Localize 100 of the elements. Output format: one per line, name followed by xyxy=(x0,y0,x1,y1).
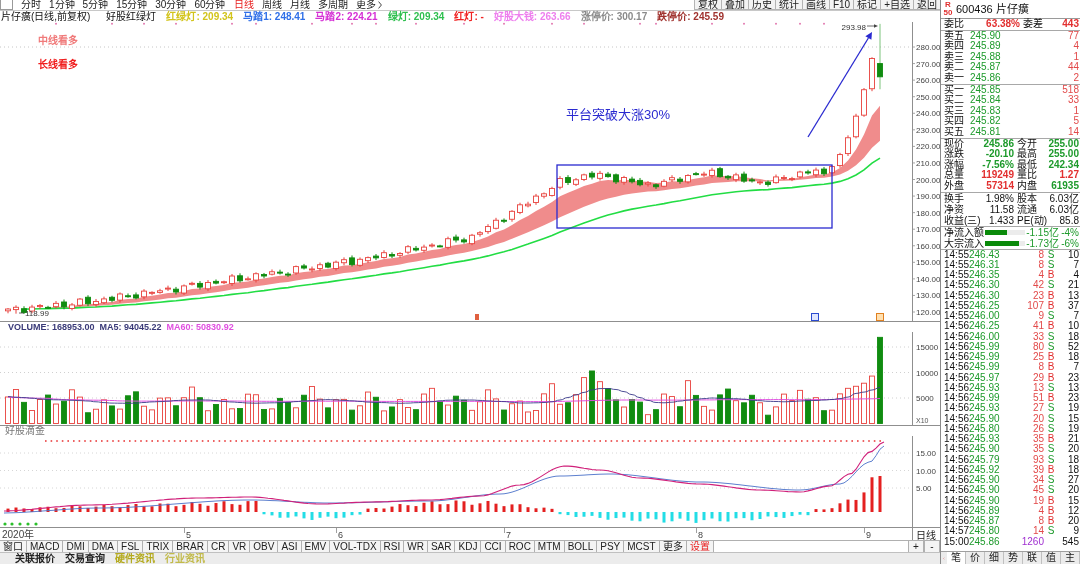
trade-side: S xyxy=(1046,454,1056,465)
toolbar-button[interactable]: 返回 xyxy=(913,0,940,10)
quote-label: 最高 xyxy=(1016,149,1038,160)
period-tab[interactable]: 60分钟 xyxy=(190,0,230,10)
trade-volume: 9 xyxy=(1037,311,1044,321)
indicator-tab[interactable]: CR xyxy=(207,541,230,552)
indicator-tab[interactable]: CCI xyxy=(481,541,506,552)
flow-amount: -1.15亿 xyxy=(1025,226,1059,238)
toolbar-button[interactable]: +自选 xyxy=(880,0,913,10)
order-price: 245.85 xyxy=(970,84,1002,95)
date-axis-label: 5 xyxy=(186,530,191,541)
trade-side: B xyxy=(1046,362,1056,373)
trade-time: 14:56 xyxy=(944,485,969,496)
status-link[interactable]: 交易查询 xyxy=(65,553,105,564)
zoom-button[interactable]: - xyxy=(924,541,940,552)
trade-side: B xyxy=(1046,464,1056,475)
indicator-tab[interactable]: 更多 xyxy=(659,541,687,552)
indicator-value: 马踏2: 224.21 xyxy=(315,11,378,22)
quote-value: 61935 xyxy=(1050,180,1079,192)
indicator-tab[interactable]: BRAR xyxy=(173,541,208,552)
period-tab[interactable]: 月线 xyxy=(285,0,314,10)
detail-tab[interactable]: 主 xyxy=(1061,552,1080,564)
period-tab[interactable]: 多周期 xyxy=(313,0,352,10)
indicator-tab[interactable]: RSI xyxy=(380,541,405,552)
quote-value: 1.27 xyxy=(1058,170,1079,181)
quote-value: 85.8 xyxy=(1059,214,1079,226)
quote-label: 净资 xyxy=(944,203,965,215)
trade-price: 245.97 xyxy=(969,372,1001,383)
indicator-tab[interactable]: BOLL xyxy=(564,541,598,552)
trade-side: B xyxy=(1046,516,1056,526)
period-tab[interactable]: 周线 xyxy=(257,0,286,10)
indicator-tab[interactable]: DMI xyxy=(63,541,89,552)
toolbar-button[interactable]: 叠加 xyxy=(720,0,748,10)
stock-code: 600436 xyxy=(956,3,993,15)
indicator-tab[interactable]: KDJ xyxy=(455,541,482,552)
detail-tab[interactable]: 细 xyxy=(985,552,1004,564)
indicator-tab[interactable]: MTM xyxy=(534,541,565,552)
more-menu-button[interactable]: 更多 xyxy=(351,0,386,10)
period-tab[interactable]: 日线 xyxy=(229,0,258,10)
order-level-label: 卖二 xyxy=(944,62,965,73)
detail-tab[interactable]: 联 xyxy=(1023,552,1042,564)
trade-volume: 34 xyxy=(1031,475,1044,485)
indicator-tab[interactable]: EMV xyxy=(301,541,331,552)
indicator-tab[interactable]: DMA xyxy=(88,541,119,552)
period-tab[interactable]: 5分钟 xyxy=(78,0,113,10)
indicator-tab[interactable]: 窗口 xyxy=(0,541,27,552)
trade-time: 15:00 xyxy=(944,536,969,547)
detail-tab[interactable]: 势 xyxy=(1004,552,1023,564)
detail-tab[interactable]: 价 xyxy=(966,552,985,564)
indicator-axis-label: 15.00 xyxy=(916,449,937,458)
toolbar-button[interactable]: 统计 xyxy=(774,0,802,10)
indicator-tab[interactable]: ASI xyxy=(278,541,302,552)
indicator-tab[interactable]: OBV xyxy=(250,541,279,552)
toolbar-button[interactable]: F10 xyxy=(828,0,854,10)
panel-toggle-box[interactable] xyxy=(0,0,13,10)
trade-time: 14:56 xyxy=(944,475,969,485)
detail-tab[interactable]: 值 xyxy=(1042,552,1061,564)
indicator-tab[interactable]: ROC xyxy=(505,541,535,552)
trade-time: 14:56 xyxy=(944,372,969,383)
trade-time: 14:56 xyxy=(944,321,969,332)
trade-volume: 4 xyxy=(1037,505,1044,516)
order-level-label: 买二 xyxy=(944,95,965,106)
indicator-tab[interactable]: 设置 xyxy=(686,541,714,552)
zoom-button[interactable]: + xyxy=(908,541,924,552)
trade-side: S xyxy=(1046,403,1056,414)
toolbar-button[interactable]: 标记 xyxy=(853,0,881,10)
period-tab[interactable]: 分时 xyxy=(17,0,45,10)
period-tab[interactable]: 15分钟 xyxy=(112,0,152,10)
indicator-tab[interactable]: FSL xyxy=(118,541,144,552)
indicator-tab[interactable]: VOL-TDX xyxy=(330,541,381,552)
trade-volume: 13 xyxy=(1031,382,1044,393)
period-tab[interactable]: 30分钟 xyxy=(151,0,191,10)
detail-tab[interactable]: 笔 xyxy=(947,552,966,564)
indicator-tab[interactable]: PSY xyxy=(597,541,625,552)
trade-side: B xyxy=(1046,352,1056,362)
quote-value: -20.10 xyxy=(984,149,1014,160)
order-volume: 5 xyxy=(1073,116,1079,127)
trade-time: 14:55 xyxy=(944,249,969,260)
flow-label: 大宗流入 xyxy=(944,237,985,249)
trade-volume: 35 xyxy=(1031,444,1044,455)
indicator-tab[interactable]: VR xyxy=(229,541,251,552)
trade-volume: 35 xyxy=(1031,434,1044,444)
price-axis-label: 190.00 xyxy=(916,192,940,202)
indicator-tab[interactable]: WR xyxy=(404,541,428,552)
toolbar-button[interactable]: 复权 xyxy=(693,0,721,10)
trade-volume: 8 xyxy=(1037,362,1044,373)
toolbar-button[interactable]: 历史 xyxy=(747,0,775,10)
indicator-tab[interactable]: MCST xyxy=(624,541,660,552)
status-link[interactable]: 关联报价 xyxy=(15,553,55,564)
trade-count: 23 xyxy=(1066,372,1079,383)
indicator-panel-title: 好股滴金 xyxy=(4,426,46,436)
toolbar-button[interactable]: 画线 xyxy=(801,0,829,10)
date-axis-label: 9 xyxy=(866,530,871,541)
indicator-tab[interactable]: TRIX xyxy=(143,541,174,552)
indicator-tab[interactable]: MACD xyxy=(27,541,64,552)
order-level-label: 卖三 xyxy=(944,51,965,62)
indicator-tab[interactable]: SAR xyxy=(427,541,456,552)
period-tab[interactable]: 1分钟 xyxy=(45,0,79,10)
date-axis-label: 2020年 xyxy=(2,529,35,541)
trade-volume: 8 xyxy=(1037,259,1044,270)
